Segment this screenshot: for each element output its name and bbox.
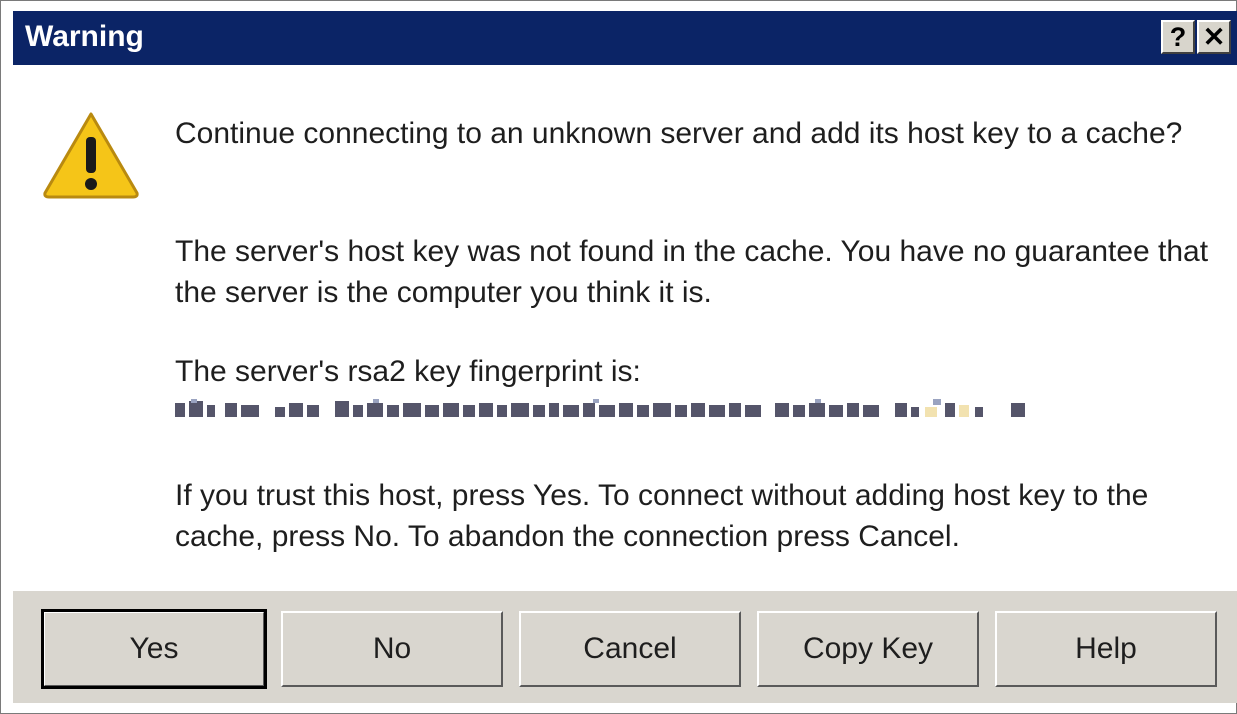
close-button[interactable]: ✕ — [1197, 20, 1231, 54]
copy-key-button[interactable]: Copy Key — [757, 611, 979, 687]
no-button[interactable]: No — [281, 611, 503, 687]
explanation-text: The server's host key was not found in t… — [175, 235, 1209, 309]
cancel-button[interactable]: Cancel — [519, 611, 741, 687]
question-text: Continue connecting to an unknown server… — [175, 117, 1183, 150]
yes-button[interactable]: Yes — [41, 609, 267, 689]
dialog-content: Continue connecting to an unknown server… — [13, 65, 1237, 591]
help-title-button[interactable]: ? — [1161, 20, 1195, 54]
warning-dialog: Warning ? ✕ Continue connecting to an un… — [0, 0, 1237, 714]
fingerprint-label: The server's rsa2 key fingerprint is: — [175, 355, 641, 388]
title-bar[interactable]: Warning ? ✕ — [13, 11, 1237, 65]
help-button[interactable]: Help — [995, 611, 1217, 687]
fingerprint-redacted — [175, 399, 1025, 417]
instructions-text: If you trust this host, press Yes. To co… — [175, 479, 1149, 553]
button-bar: Yes No Cancel Copy Key Help — [13, 591, 1237, 703]
window-title: Warning — [25, 20, 144, 53]
warning-icon — [43, 112, 139, 199]
